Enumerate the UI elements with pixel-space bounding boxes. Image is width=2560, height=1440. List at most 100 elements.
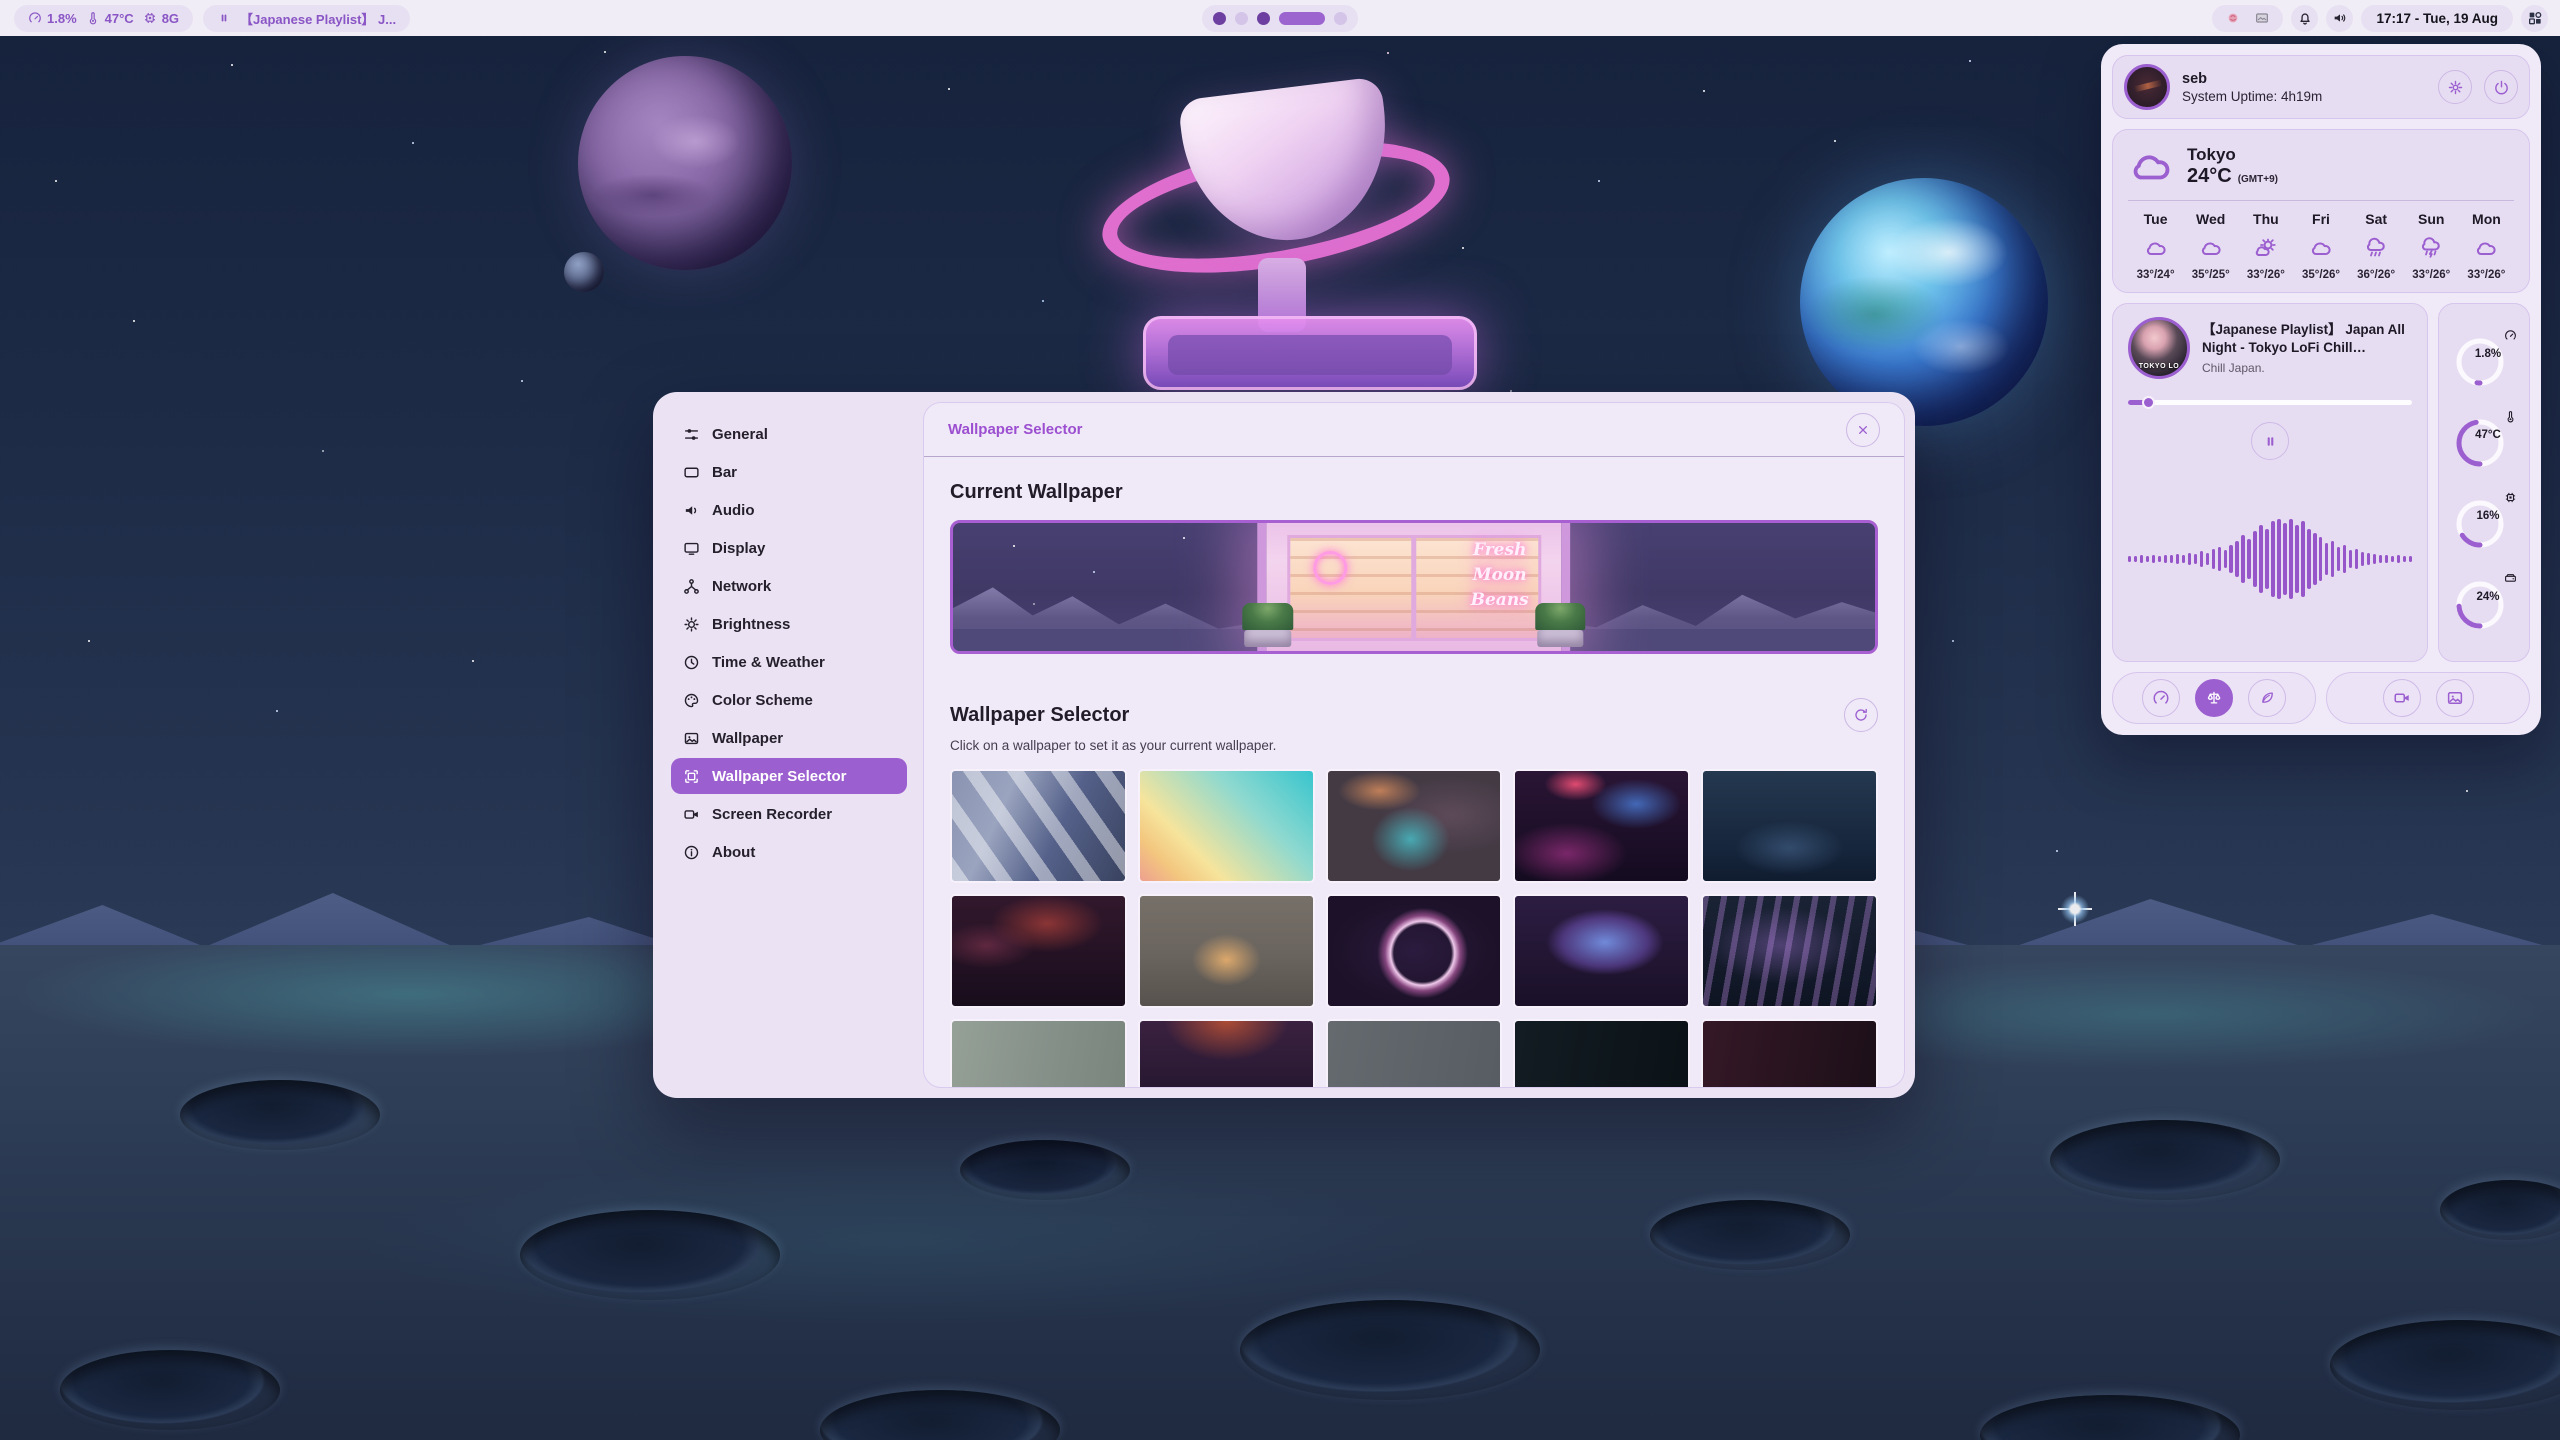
palette-icon: [683, 692, 700, 709]
dashboard-button[interactable]: [2521, 5, 2548, 32]
sidebar-item-label: Audio: [712, 502, 755, 519]
sidebar-item-bar[interactable]: Bar: [671, 454, 907, 490]
wallpaper-thumb-grey-minimal[interactable]: [1326, 1019, 1503, 1087]
selector-icon: [683, 768, 700, 785]
forecast-day-name: Mon: [2472, 211, 2501, 227]
thermometer-icon: [86, 11, 100, 25]
wallpaper-thumb-nebula-forest[interactable]: [1513, 894, 1690, 1008]
close-button[interactable]: [1846, 413, 1880, 447]
clock-pill[interactable]: 17:17 - Tue, 19 Aug: [2361, 5, 2513, 32]
wallpaper-thumb-dark-teal[interactable]: [1513, 1019, 1690, 1087]
screen-record-button[interactable]: [2383, 679, 2421, 717]
forecast-day: Thu 33°/26°: [2238, 211, 2293, 281]
wallpaper-grid: [950, 769, 1878, 1087]
cpu-gauge: 1.8%: [2453, 331, 2515, 391]
sidebar-item-color-scheme[interactable]: Color Scheme: [671, 682, 907, 718]
refresh-button[interactable]: [1844, 698, 1878, 732]
tray-app-icon[interactable]: [2225, 10, 2241, 26]
chip-icon: [143, 11, 157, 25]
performance-mode-button[interactable]: [2142, 679, 2180, 717]
preview-cafe-door: [1411, 535, 1416, 641]
sidebar-item-about[interactable]: About: [671, 834, 907, 870]
forecast-day-name: Tue: [2144, 211, 2168, 227]
wallpaper-thumb-crimson-forest[interactable]: [950, 894, 1127, 1008]
memory-gauge: 16%: [2453, 493, 2515, 553]
audio-visualizer: [2128, 470, 2412, 648]
disk-icon: [2504, 572, 2517, 585]
workspace-dot-active[interactable]: [1279, 12, 1325, 25]
workspace-dot-empty[interactable]: [1235, 12, 1248, 25]
settings-sidebar: General Bar Audio Display Network Bright…: [663, 402, 915, 1088]
wallpaper-thumb-wireframe-waves[interactable]: [1701, 894, 1878, 1008]
cpu-value: 1.8%: [47, 11, 77, 26]
wallpaper-thumb-autumn-dark[interactable]: [1138, 1019, 1315, 1087]
settings-content-panel: Wallpaper Selector Current Wallpaper Fre…: [923, 402, 1905, 1088]
recorder-icon: [683, 806, 700, 823]
settings-button[interactable]: [2438, 70, 2472, 104]
forecast-temps: 35°/26°: [2302, 269, 2340, 281]
seek-slider-thumb[interactable]: [2142, 396, 2155, 409]
workspace-dot-occupied[interactable]: [1213, 12, 1226, 25]
powersave-mode-button[interactable]: [2248, 679, 2286, 717]
forecast-day: Sun 33°/26°: [2404, 211, 2459, 281]
preview-planter: [1535, 603, 1585, 647]
display-icon: [683, 540, 700, 557]
wallpaper-thumb-abstract-blur[interactable]: [1326, 769, 1503, 883]
wallpaper-thumb-anime-street[interactable]: [950, 769, 1127, 883]
sidebar-item-screen-recorder[interactable]: Screen Recorder: [671, 796, 907, 832]
wallpaper-selector-subtitle: Click on a wallpaper to set it as your c…: [950, 738, 1878, 753]
workspace-dot-empty[interactable]: [1334, 12, 1347, 25]
workspace-dot-occupied[interactable]: [1257, 12, 1270, 25]
tray-image-icon[interactable]: [2254, 10, 2270, 26]
wallpaper-thumb-purple-ring[interactable]: [1326, 894, 1503, 1008]
user-name: seb: [2182, 71, 2426, 87]
bright-star: [2058, 892, 2092, 926]
crater: [960, 1140, 1130, 1200]
sidebar-item-label: Brightness: [712, 616, 790, 633]
track-artist: Chill Japan.: [2202, 361, 2412, 375]
clock-icon: [683, 654, 700, 671]
wallpaper-thumb-snowy-village[interactable]: [1701, 769, 1878, 883]
sidebar-item-label: General: [712, 426, 768, 443]
seek-slider[interactable]: [2128, 395, 2412, 409]
audio-icon: [683, 502, 700, 519]
crater: [60, 1350, 280, 1430]
content-header: Wallpaper Selector: [924, 403, 1904, 457]
sidebar-item-display[interactable]: Display: [671, 530, 907, 566]
pause-button[interactable]: [2251, 422, 2289, 460]
system-gauges-card: 1.8% 47°C 16% 24%: [2438, 303, 2530, 662]
sidebar-item-wallpaper[interactable]: Wallpaper: [671, 720, 907, 756]
power-icon: [2493, 79, 2510, 96]
sidebar-item-label: Color Scheme: [712, 692, 813, 709]
sidebar-item-time-weather[interactable]: Time & Weather: [671, 644, 907, 680]
volume-button[interactable]: [2326, 5, 2353, 32]
forecast-day: Tue 33°/24°: [2128, 211, 2183, 281]
wallpaper-thumb-lofi-cafe[interactable]: [1138, 894, 1315, 1008]
sidebar-item-general[interactable]: General: [671, 416, 907, 452]
wallpaper-thumb-neon-arcade[interactable]: [1513, 769, 1690, 883]
gauge-icon: [2152, 689, 2170, 707]
sidebar-item-network[interactable]: Network: [671, 568, 907, 604]
system-tray[interactable]: [2212, 5, 2283, 32]
video-camera-icon: [2393, 689, 2411, 707]
sidebar-item-label: Bar: [712, 464, 737, 481]
wallpaper-thumb-sunset-gradient[interactable]: [1138, 769, 1315, 883]
sidebar-item-brightness[interactable]: Brightness: [671, 606, 907, 642]
current-wallpaper-heading: Current Wallpaper: [950, 481, 1878, 504]
sidebar-item-audio[interactable]: Audio: [671, 492, 907, 528]
purple-planet: [578, 56, 792, 270]
power-button[interactable]: [2484, 70, 2518, 104]
cloud-icon: [2128, 143, 2174, 189]
top-bar: 1.8% 47°C 8G 【Japanese Playlist】 J...: [0, 0, 2560, 36]
disk-gauge: 24%: [2453, 574, 2515, 634]
wallpaper-thumb-sage-field[interactable]: [950, 1019, 1127, 1087]
screenshot-button[interactable]: [2436, 679, 2474, 717]
workspace-indicator[interactable]: [1202, 5, 1358, 32]
balanced-mode-button[interactable]: [2195, 679, 2233, 717]
wallpaper-thumb-dark-maroon[interactable]: [1701, 1019, 1878, 1087]
sidebar-item-wallpaper-selector[interactable]: Wallpaper Selector: [671, 758, 907, 794]
media-pill[interactable]: 【Japanese Playlist】 J...: [203, 5, 410, 32]
sidebar-item-label: Network: [712, 578, 771, 595]
system-stats-pill[interactable]: 1.8% 47°C 8G: [14, 5, 193, 32]
notifications-button[interactable]: [2291, 5, 2318, 32]
